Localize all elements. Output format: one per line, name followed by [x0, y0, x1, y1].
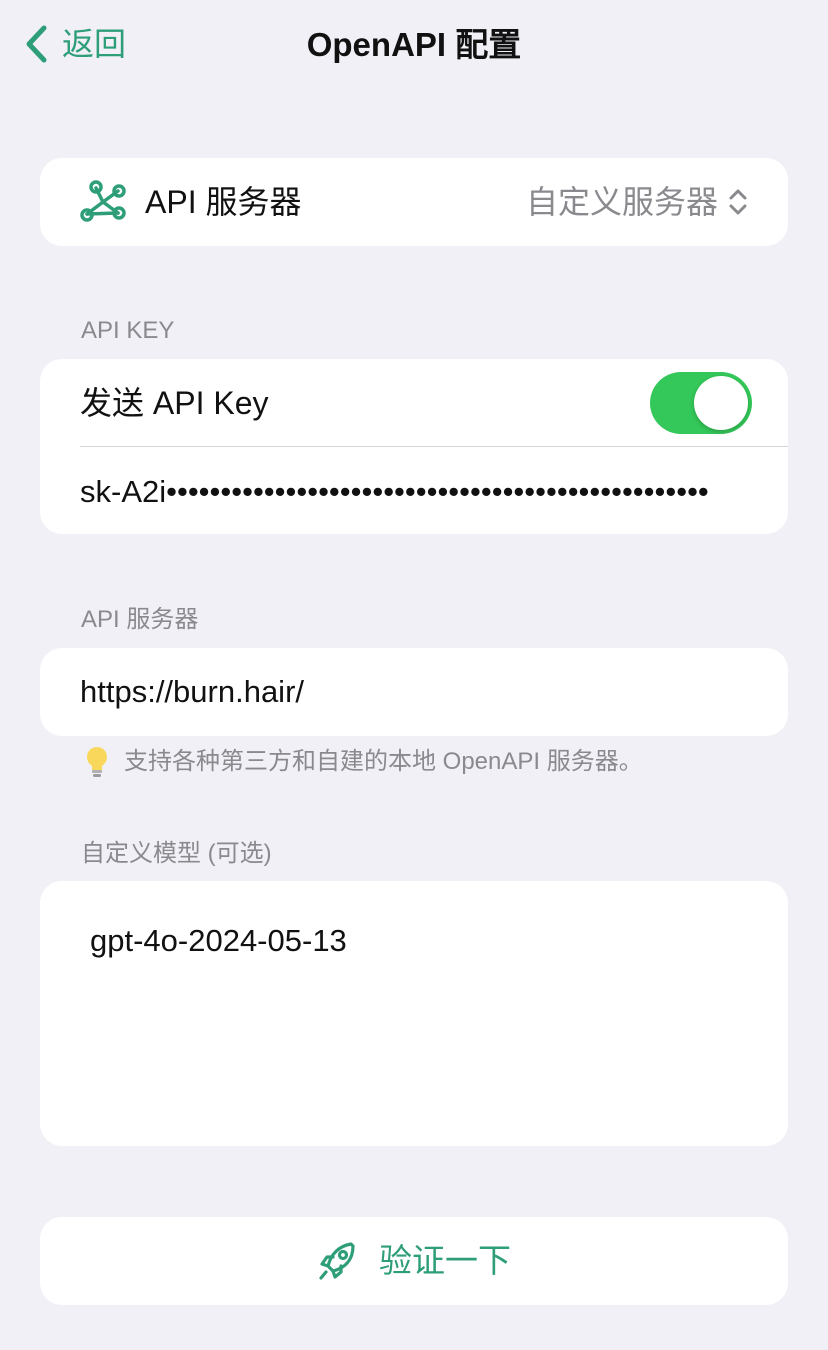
server-tip: 支持各种第三方和自建的本地 OpenAPI 服务器。: [84, 745, 643, 779]
verify-button[interactable]: 验证一下: [40, 1217, 788, 1305]
api-key-section-header: API KEY: [81, 317, 175, 344]
page-title: OpenAPI 配置: [306, 26, 522, 63]
network-nodes-icon: [80, 180, 126, 222]
lightbulb-icon: [87, 747, 107, 777]
rocket-icon: [319, 1242, 355, 1280]
api-key-field[interactable]: sk-A2i••••••••••••••••••••••••••••••••••…: [80, 472, 740, 512]
api-server-row[interactable]: API 服务器 自定义服务器: [40, 158, 788, 246]
custom-model-input[interactable]: gpt-4o-2024-05-13: [90, 919, 750, 1119]
model-section-header: 自定义模型 (可选): [81, 840, 272, 867]
divider: [80, 446, 788, 447]
server-tip-text: 支持各种第三方和自建的本地 OpenAPI 服务器。: [124, 748, 643, 775]
model-card: gpt-4o-2024-05-13: [40, 881, 788, 1146]
verify-button-label: 验证一下: [379, 1242, 511, 1279]
nav-bar: 返回 OpenAPI 配置: [0, 0, 828, 90]
openapi-config-screen: 返回 OpenAPI 配置 API 服务器 自定义服务器 API KEY 发送 …: [0, 0, 828, 1350]
toggle-knob: [694, 376, 748, 430]
send-api-key-toggle[interactable]: [650, 372, 752, 434]
api-server-section-header: API 服务器: [81, 606, 199, 633]
api-server-label: API 服务器: [145, 184, 302, 220]
server-url-card: [40, 648, 788, 736]
server-picker-value: 自定义服务器: [525, 184, 718, 220]
api-key-card: 发送 API Key sk-A2i•••••••••••••••••••••••…: [40, 359, 788, 534]
server-picker[interactable]: 自定义服务器: [526, 182, 748, 222]
up-down-chevron-icon: [729, 189, 747, 215]
send-api-key-label: 发送 API Key: [80, 385, 269, 421]
server-url-input[interactable]: [80, 670, 740, 714]
